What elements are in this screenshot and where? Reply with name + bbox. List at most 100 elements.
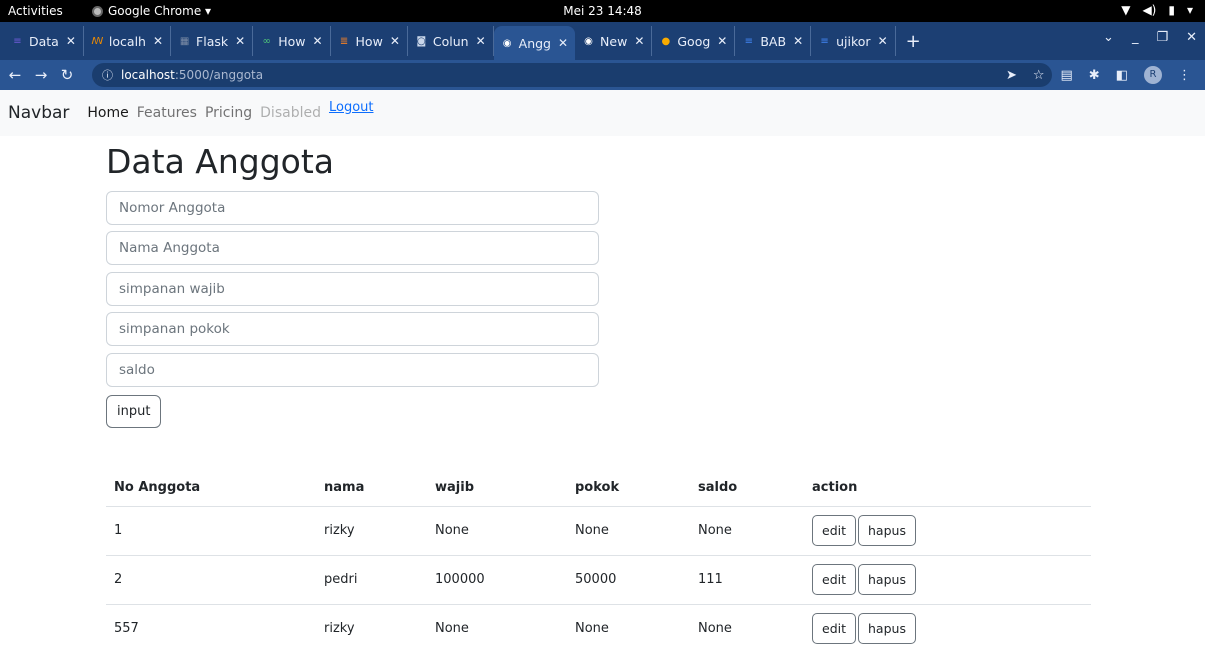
profile-avatar[interactable]: R <box>1144 66 1162 84</box>
edit-button[interactable]: edit <box>812 564 856 595</box>
close-tab-icon[interactable]: ✕ <box>634 34 644 48</box>
cell-saldo: None <box>690 604 804 651</box>
browser-tab[interactable]: ∞ How ✕ <box>253 26 331 56</box>
cell-action: edit hapus <box>804 555 1091 605</box>
hapus-button[interactable]: hapus <box>858 564 916 595</box>
close-tab-icon[interactable]: ✕ <box>878 34 888 48</box>
tab-label: How <box>278 33 306 49</box>
tab-label: ujikor <box>836 33 871 49</box>
site-info-icon[interactable]: ⓘ <box>102 67 113 83</box>
navbar-brand[interactable]: Navbar <box>8 103 69 123</box>
activities-button[interactable]: Activities <box>8 4 63 18</box>
browser-tab[interactable]: ● Goog ✕ <box>652 26 736 56</box>
close-tab-icon[interactable]: ✕ <box>153 34 163 48</box>
close-tab-icon[interactable]: ✕ <box>717 34 727 48</box>
cell-action: edit hapus <box>804 506 1091 556</box>
cell-nama: rizky <box>316 604 427 651</box>
keep-icon: ● <box>661 35 671 47</box>
system-tray[interactable]: ▼ ◀) ▮ ▾ <box>1121 3 1193 17</box>
browser-tab[interactable]: ◉ New ✕ <box>575 26 653 56</box>
chevron-down-icon: ▾ <box>1186 3 1193 17</box>
address-bar[interactable]: ⓘ localhost :5000/anggota <box>92 63 1052 87</box>
docs-icon: ≡ <box>744 35 754 47</box>
hapus-button[interactable]: hapus <box>858 613 916 644</box>
close-tab-icon[interactable]: ✕ <box>235 34 245 48</box>
back-icon[interactable]: ← <box>4 66 26 84</box>
saldo-input[interactable] <box>106 353 599 387</box>
browser-tab[interactable]: ≡ ujikor ✕ <box>811 26 896 56</box>
browser-tab[interactable]: ≡ Data ✕ <box>4 26 84 56</box>
cell-wajib: 100000 <box>427 555 567 605</box>
browser-tab[interactable]: ≡ BAB ✕ <box>735 26 812 56</box>
cell-action: edit hapus <box>804 604 1091 651</box>
nav-pricing[interactable]: Pricing <box>205 105 252 121</box>
table-icon: ▦ <box>179 35 190 47</box>
tab-strip: ≡ Data ✕ ꟿ localh ✕ ▦ Flask ✕ ∞ How ✕ ≣ How ✕ ◙ Colun ✕ ◉ A… <box>0 22 1205 60</box>
close-tab-icon[interactable]: ✕ <box>390 34 400 48</box>
header-saldo: saldo <box>690 469 804 507</box>
extensions-icon[interactable]: ✱ <box>1089 68 1100 83</box>
browser-tab[interactable]: ꟿ localh ✕ <box>84 26 172 56</box>
tab-label: Flask <box>196 33 229 49</box>
battery-icon: ▮ <box>1168 3 1175 17</box>
close-tab-icon[interactable]: ✕ <box>476 34 486 48</box>
close-tab-icon[interactable]: ✕ <box>66 34 76 48</box>
translate-icon[interactable]: ▤ <box>1061 68 1073 83</box>
cell-no: 2 <box>106 555 316 605</box>
app-name: Google Chrome ▾ <box>108 4 212 18</box>
xampp-icon: ꟿ <box>91 35 104 47</box>
tab-label: Data <box>29 33 59 49</box>
square-icon: ◙ <box>416 35 427 47</box>
browser-tab[interactable]: ◉ Angg ✕ <box>493 26 576 60</box>
nav-disabled: Disabled <box>260 105 321 121</box>
edit-button[interactable]: edit <box>812 613 856 644</box>
tab-label: Angg <box>518 35 551 51</box>
tab-label: localh <box>108 33 146 49</box>
tab-search-icon[interactable]: ⌄ <box>1103 30 1114 45</box>
toolbar-actions: ➤ ☆ ▤ ✱ ◧ R ⋮ <box>1006 66 1191 84</box>
header-action: action <box>804 469 1091 507</box>
table-row: 1 rizky None None None edit hapus <box>106 506 1091 556</box>
nav-features[interactable]: Features <box>137 105 197 121</box>
simpanan-pokok-input[interactable] <box>106 312 599 346</box>
new-tab-button[interactable]: + <box>896 26 931 56</box>
wifi-icon: ▼ <box>1121 3 1131 17</box>
nama-anggota-input[interactable] <box>106 231 599 265</box>
header-nama: nama <box>316 469 427 507</box>
nav-home[interactable]: Home <box>87 105 128 121</box>
reload-icon[interactable]: ↻ <box>56 66 78 84</box>
table-row: 2 pedri 100000 50000 111 edit hapus <box>106 555 1091 605</box>
kebab-menu-icon[interactable]: ⋮ <box>1178 68 1191 83</box>
tab-label: How <box>355 33 383 49</box>
close-tab-icon[interactable]: ✕ <box>793 34 803 48</box>
logout-link[interactable]: Logout <box>329 100 374 115</box>
restore-icon[interactable]: ❐ <box>1156 30 1168 45</box>
app-menu[interactable]: Google Chrome ▾ <box>92 4 211 18</box>
edit-button[interactable]: edit <box>812 515 856 546</box>
cell-no: 1 <box>106 506 316 556</box>
browser-tab[interactable]: ◙ Colun ✕ <box>408 26 494 56</box>
simpanan-wajib-input[interactable] <box>106 272 599 306</box>
site-navbar: Navbar Home Features Pricing Disabled Lo… <box>0 90 1205 136</box>
chrome-icon: ◉ <box>502 37 512 49</box>
cell-wajib: None <box>427 604 567 651</box>
input-submit-button[interactable]: input <box>106 395 162 428</box>
forward-icon[interactable]: → <box>30 66 52 84</box>
browser-tab[interactable]: ≣ How ✕ <box>331 26 408 56</box>
side-panel-icon[interactable]: ◧ <box>1116 68 1128 83</box>
close-tab-icon[interactable]: ✕ <box>312 34 322 48</box>
cell-saldo: 111 <box>690 555 804 605</box>
stackoverflow-icon: ≣ <box>339 35 349 47</box>
volume-icon: ◀) <box>1142 3 1157 17</box>
cell-wajib: None <box>427 506 567 556</box>
close-window-icon[interactable]: ✕ <box>1186 30 1197 45</box>
bookmark-star-icon[interactable]: ☆ <box>1033 68 1045 83</box>
close-tab-icon[interactable]: ✕ <box>558 36 568 50</box>
header-wajib: wajib <box>427 469 567 507</box>
nomor-anggota-input[interactable] <box>106 191 599 225</box>
hapus-button[interactable]: hapus <box>858 515 916 546</box>
minimize-icon[interactable]: _ <box>1132 30 1139 45</box>
link-icon: ∞ <box>262 35 271 47</box>
browser-tab[interactable]: ▦ Flask ✕ <box>171 26 254 56</box>
send-icon[interactable]: ➤ <box>1006 68 1017 83</box>
